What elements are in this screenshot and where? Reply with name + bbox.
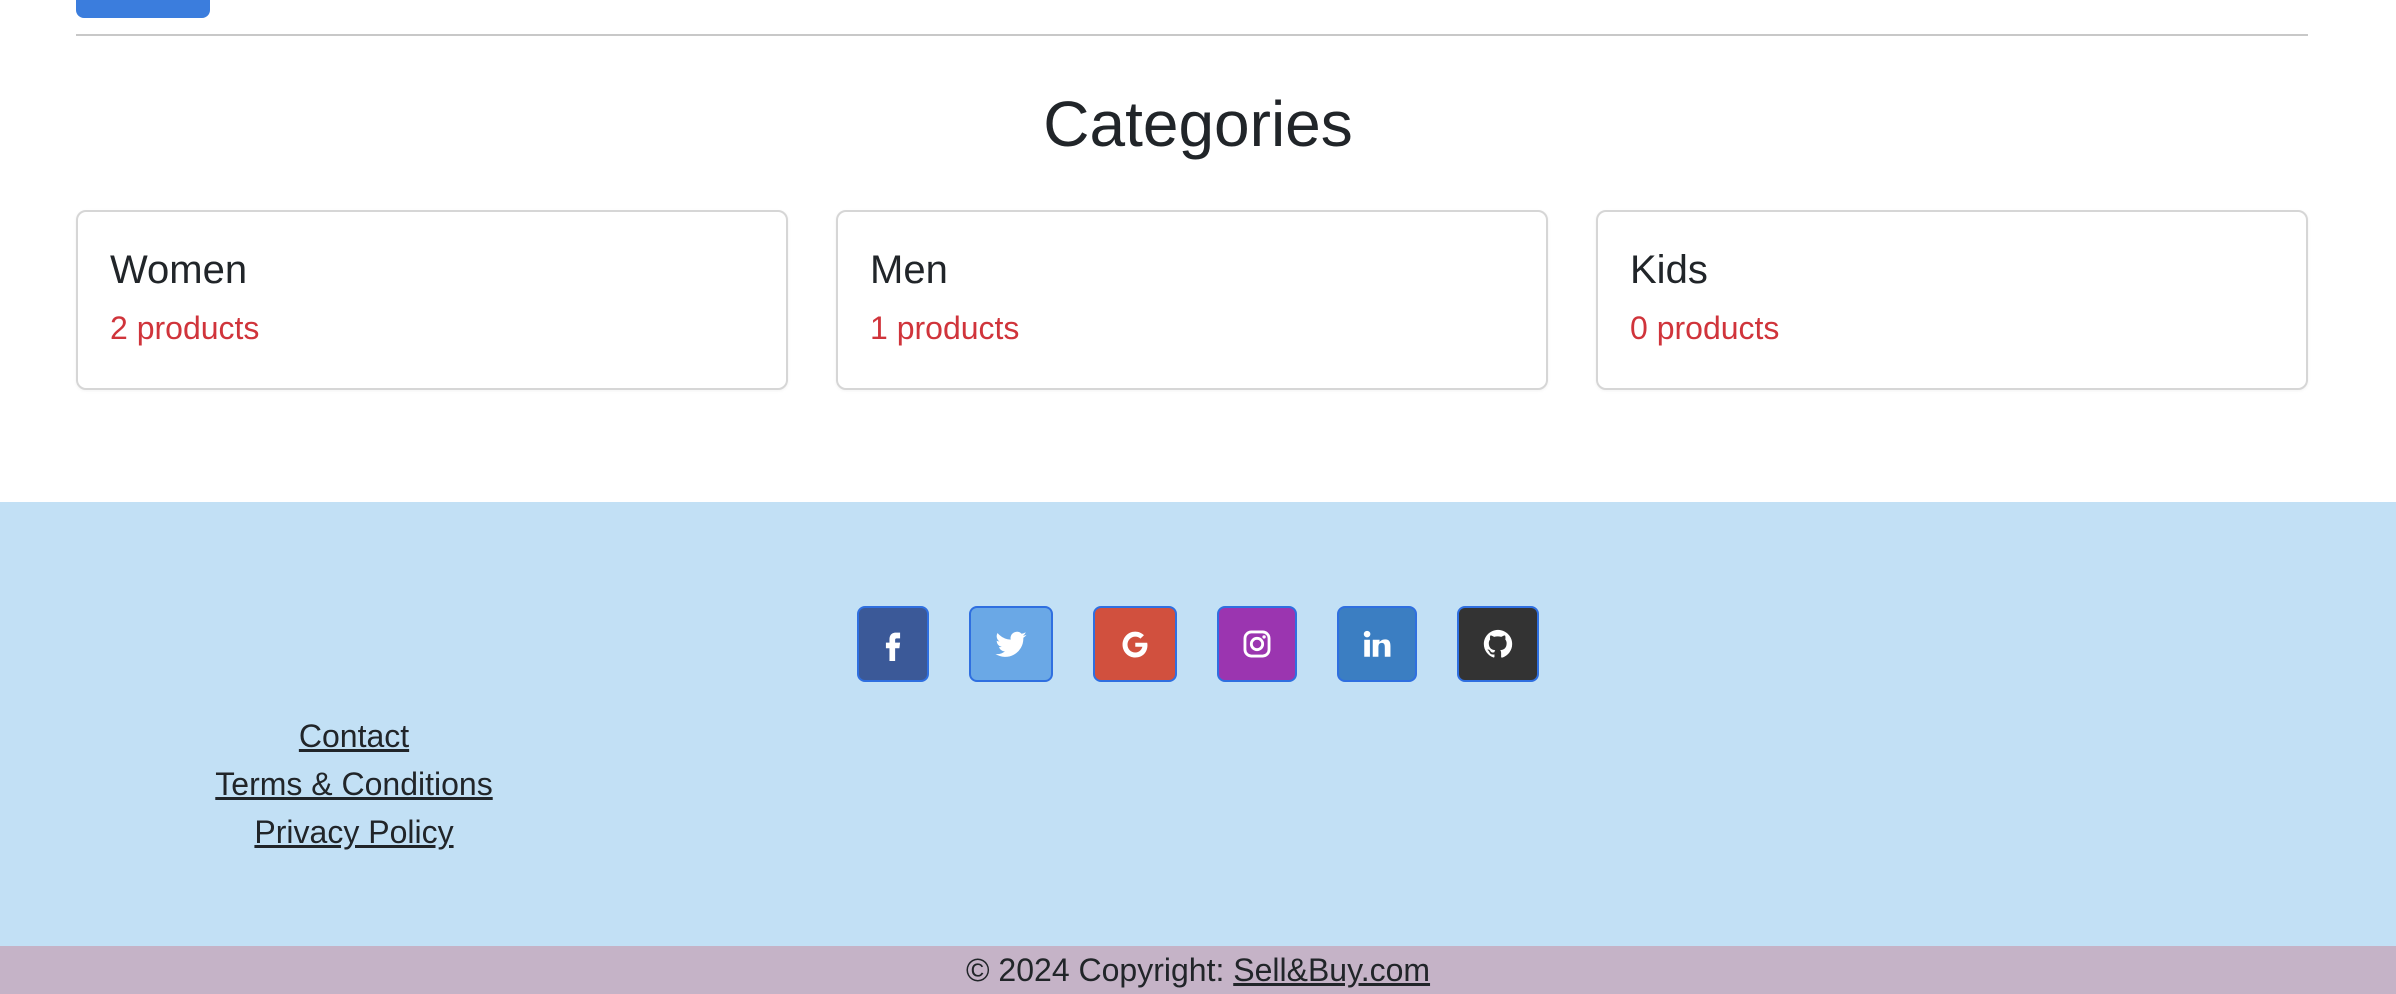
category-card-kids[interactable]: Kids 0 products xyxy=(1596,210,2308,390)
github-icon xyxy=(1483,629,1513,658)
google-button[interactable] xyxy=(1093,606,1177,682)
social-links xyxy=(0,606,2396,682)
twitter-button[interactable] xyxy=(969,606,1053,682)
category-name: Kids xyxy=(1630,248,1708,292)
top-action-button[interactable] xyxy=(76,0,210,18)
privacy-link[interactable]: Privacy Policy xyxy=(154,808,554,856)
linkedin-icon xyxy=(1363,630,1391,657)
facebook-button[interactable] xyxy=(857,606,929,682)
footer-links: Contact Terms & Conditions Privacy Polic… xyxy=(154,712,554,856)
github-button[interactable] xyxy=(1457,606,1539,682)
category-product-count: 2 products xyxy=(110,310,260,346)
category-product-count: 1 products xyxy=(870,310,1020,346)
category-name: Women xyxy=(110,248,248,292)
page-title: Categories xyxy=(1043,88,1353,160)
main-content: Categories Women 2 products Men 1 produc… xyxy=(0,0,2396,502)
google-icon xyxy=(1122,631,1148,658)
category-card-women[interactable]: Women 2 products xyxy=(76,210,788,390)
contact-link[interactable]: Contact xyxy=(154,712,554,760)
instagram-icon xyxy=(1243,630,1271,658)
copyright-text: © 2024 Copyright: xyxy=(965,952,1234,988)
terms-link[interactable]: Terms & Conditions xyxy=(154,760,554,808)
category-cards: Women 2 products Men 1 products Kids 0 p… xyxy=(76,210,2308,390)
category-product-count: 0 products xyxy=(1630,310,1780,346)
footer: Contact Terms & Conditions Privacy Polic… xyxy=(0,502,2396,946)
linkedin-button[interactable] xyxy=(1337,606,1417,682)
category-name: Men xyxy=(870,248,948,292)
section-divider xyxy=(76,34,2308,36)
site-link[interactable]: Sell&Buy.com xyxy=(1233,952,1430,988)
category-card-men[interactable]: Men 1 products xyxy=(836,210,1548,390)
copyright-bar: © 2024 Copyright: Sell&Buy.com xyxy=(0,946,2396,994)
instagram-button[interactable] xyxy=(1217,606,1297,682)
twitter-icon xyxy=(995,631,1027,657)
facebook-icon xyxy=(885,632,901,661)
